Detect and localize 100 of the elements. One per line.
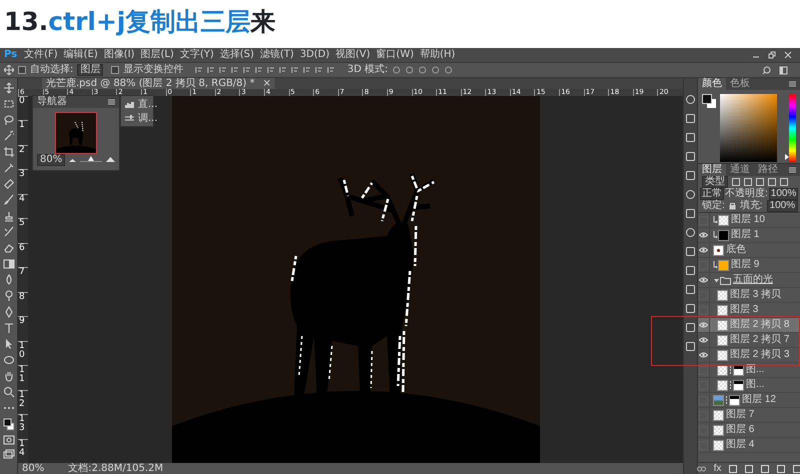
- menu-item[interactable]: 文字(Y): [176, 50, 217, 60]
- panel-tab[interactable]: 路径: [754, 164, 782, 176]
- menu-icon[interactable]: [789, 81, 796, 87]
- align-icon[interactable]: [231, 66, 240, 74]
- layer-row[interactable]: 底色: [698, 243, 800, 258]
- menu-item[interactable]: 3D(D): [296, 50, 333, 60]
- zoom-icon[interactable]: [2, 386, 14, 398]
- hue-slider-marker[interactable]: [784, 154, 789, 160]
- screen-mode-icon[interactable]: [2, 449, 14, 459]
- brush-icon[interactable]: [2, 194, 14, 206]
- zoom-field[interactable]: 80%: [37, 154, 66, 166]
- move-icon[interactable]: [4, 65, 14, 75]
- visibility-eye-icon[interactable]: [699, 247, 708, 253]
- align-icon[interactable]: [303, 66, 312, 74]
- visibility-toggle-icon[interactable]: [699, 440, 708, 450]
- sliders-icon[interactable]: [125, 115, 134, 122]
- fill-field[interactable]: 100%: [766, 200, 798, 212]
- layer-row[interactable]: 图层 6: [698, 423, 800, 438]
- layer-row[interactable]: 图层 2 拷贝 8: [698, 318, 800, 333]
- layer-row[interactable]: 图层 1: [698, 228, 800, 243]
- visibility-eye-icon[interactable]: [699, 232, 708, 238]
- visibility-toggle-icon[interactable]: [699, 290, 708, 300]
- lock-icon[interactable]: [728, 202, 736, 210]
- bandage-icon[interactable]: [2, 178, 14, 190]
- color-swatches-icon[interactable]: [2, 418, 14, 431]
- fx-button[interactable]: fx: [714, 464, 722, 474]
- layer-row[interactable]: 图层 12: [698, 393, 800, 408]
- align-icon[interactable]: [243, 66, 252, 74]
- align-icon[interactable]: [291, 66, 300, 74]
- menu-item[interactable]: 图像(I): [100, 50, 138, 60]
- lasso-icon[interactable]: [2, 114, 14, 126]
- visibility-toggle-icon[interactable]: [699, 366, 708, 374]
- align-icon[interactable]: [267, 66, 276, 74]
- align-icon[interactable]: [219, 66, 228, 74]
- zoom-out-icon[interactable]: [69, 158, 76, 162]
- auto-select-checkbox[interactable]: [18, 66, 26, 74]
- layer-row[interactable]: 图层 10: [698, 213, 800, 228]
- align-icon[interactable]: [279, 66, 288, 74]
- layer-row[interactable]: 图层 3 拷贝: [698, 288, 800, 303]
- stamp-icon[interactable]: [2, 210, 14, 222]
- document-tab[interactable]: 光芒鹿.psd @ 88% (图层 2 拷贝 8, RGB/8) * ×: [42, 78, 276, 89]
- zoom-in-icon[interactable]: [106, 157, 115, 162]
- color-field[interactable]: [720, 94, 777, 162]
- close-icon[interactable]: [784, 51, 792, 59]
- menu-item[interactable]: 帮助(H): [416, 50, 458, 60]
- blend-mode-dropdown[interactable]: 正常: [700, 188, 724, 200]
- histogram-icon[interactable]: [125, 101, 134, 108]
- workspace-icon[interactable]: [779, 66, 788, 74]
- pen-icon[interactable]: [2, 306, 14, 318]
- panel-tab[interactable]: 颜色: [698, 78, 726, 90]
- menu-item[interactable]: 选择(S): [216, 50, 258, 60]
- menu-item[interactable]: 视图(V): [332, 50, 374, 60]
- filter-dropdown[interactable]: 类型: [702, 176, 728, 188]
- menu-item[interactable]: 文件(F): [21, 50, 61, 60]
- align-icon[interactable]: [207, 66, 216, 74]
- eraser-icon[interactable]: [2, 242, 14, 254]
- text-tool-icon[interactable]: [2, 322, 14, 334]
- visibility-toggle-icon[interactable]: [699, 260, 708, 270]
- menu-item[interactable]: 窗口(W): [373, 50, 417, 60]
- color-swatches-icon[interactable]: [702, 94, 716, 108]
- layer-row[interactable]: 五面的光: [698, 273, 800, 288]
- ellipse-icon[interactable]: [2, 354, 14, 366]
- panel-tab[interactable]: 通道: [726, 164, 754, 176]
- show-transform-checkbox[interactable]: [111, 66, 120, 74]
- layer-row[interactable]: 图层 7: [698, 408, 800, 423]
- visibility-toggle-icon[interactable]: [699, 410, 708, 420]
- gradient-icon[interactable]: [2, 258, 14, 270]
- history-brush-icon[interactable]: [2, 226, 14, 238]
- visibility-eye-icon[interactable]: [699, 322, 708, 328]
- zoom-slider-thumb[interactable]: [88, 156, 94, 162]
- panel-item[interactable]: 直...: [138, 100, 158, 110]
- menu-icon[interactable]: [108, 98, 115, 105]
- visibility-toggle-icon[interactable]: [699, 380, 708, 390]
- layer-row[interactable]: 图...: [698, 378, 800, 393]
- align-icon[interactable]: [315, 66, 324, 74]
- layer-row[interactable]: 图层 2 拷贝 7: [698, 333, 800, 348]
- visibility-eye-icon[interactable]: [699, 277, 708, 283]
- menu-icon[interactable]: [789, 167, 796, 173]
- move-icon[interactable]: [2, 82, 14, 94]
- layer-row[interactable]: 图层 2 拷贝 3: [698, 348, 800, 363]
- align-icon[interactable]: [195, 66, 204, 74]
- visibility-eye-icon[interactable]: [699, 337, 708, 343]
- quick-mask-icon[interactable]: [2, 435, 14, 445]
- visibility-eye-icon[interactable]: [699, 352, 708, 358]
- align-icon[interactable]: [327, 66, 336, 74]
- layer-row[interactable]: 图层 4: [698, 438, 800, 453]
- hand-icon[interactable]: [2, 370, 14, 382]
- panel-item[interactable]: 调...: [138, 114, 158, 124]
- visibility-toggle-icon[interactable]: [699, 216, 708, 224]
- restore-icon[interactable]: [768, 51, 776, 59]
- visibility-toggle-icon[interactable]: [699, 426, 708, 434]
- align-icon[interactable]: [255, 66, 264, 74]
- panel-tab[interactable]: 图层: [698, 164, 726, 176]
- expand-caret-icon[interactable]: [713, 276, 720, 284]
- menu-item[interactable]: 图层(L): [138, 50, 177, 60]
- eyedropper-icon[interactable]: [2, 162, 14, 174]
- opacity-field[interactable]: 100%: [768, 188, 798, 200]
- marquee-icon[interactable]: [2, 98, 14, 110]
- visibility-toggle-icon[interactable]: [699, 306, 708, 314]
- menu-item[interactable]: 滤镜(T): [257, 50, 297, 60]
